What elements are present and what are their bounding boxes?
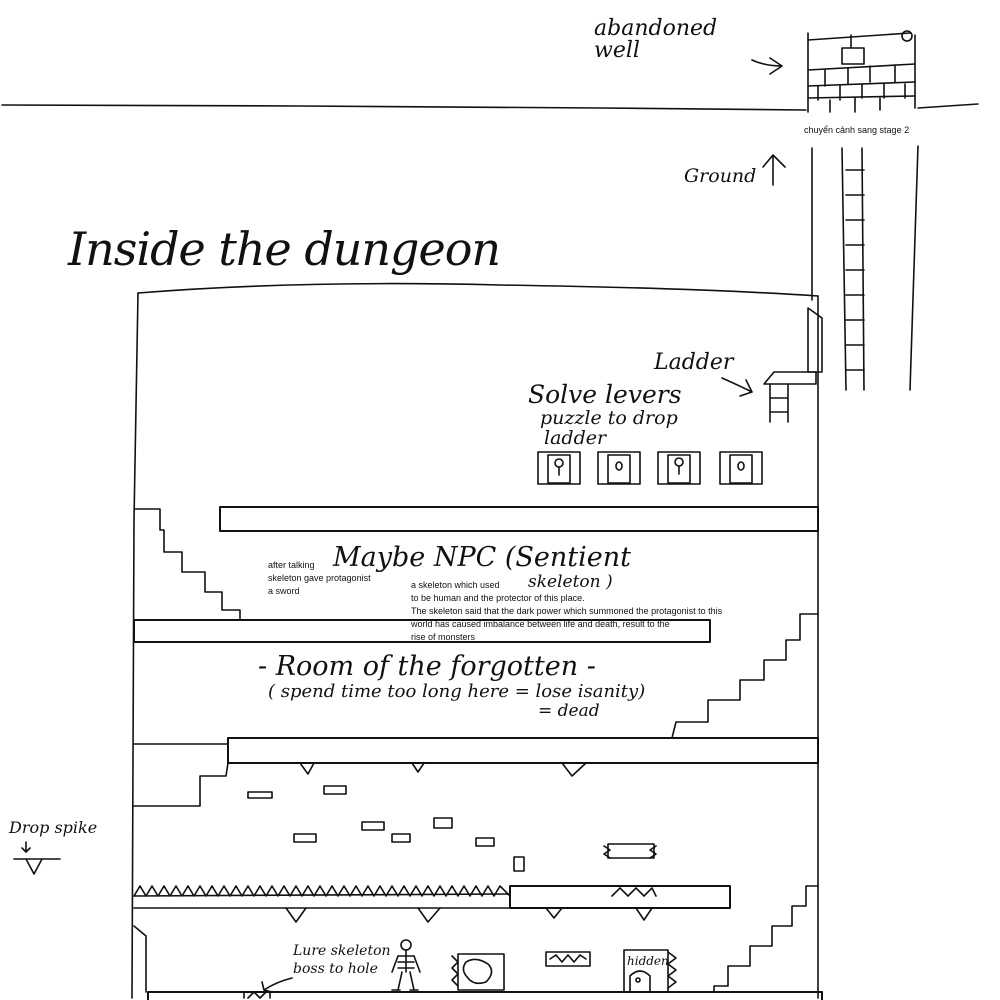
- well-shaft: [811, 145, 919, 391]
- dungeon-ceiling: [137, 282, 819, 297]
- floor-platform-3: [227, 737, 819, 764]
- spike-trap-block: [545, 951, 591, 967]
- ladder: [763, 307, 823, 423]
- lower-ceiling-spikes: [285, 907, 653, 923]
- abandoned-well: [807, 30, 916, 113]
- left-ledge: [133, 743, 229, 807]
- lever-3: [657, 451, 701, 485]
- lever-2: [597, 451, 641, 485]
- pit-spikes: [611, 887, 657, 897]
- floor-platform-2: [133, 619, 711, 643]
- floor-platform-1: [219, 506, 819, 532]
- spiked-cage: [451, 953, 505, 991]
- left-stairs: [133, 508, 241, 621]
- skeleton-boss: [391, 939, 421, 991]
- lever-row: [537, 451, 763, 485]
- drop-spike-legend: [13, 841, 61, 875]
- ground-up-arrow: [762, 154, 786, 186]
- level-sketch: [1, 30, 979, 1000]
- ceiling-spikes: [299, 762, 587, 777]
- lower-left-wall-detail: [133, 925, 147, 993]
- hidden-room: [623, 949, 677, 993]
- floating-platforms: [247, 785, 657, 872]
- well-arrow: [751, 57, 783, 75]
- lever-4: [719, 451, 763, 485]
- ladder-arrow: [721, 377, 753, 397]
- right-stairs: [671, 613, 819, 739]
- boss-hole-arrow: [261, 977, 293, 993]
- ground-surface-line: [1, 103, 979, 111]
- floor-platform-4: [509, 885, 731, 909]
- lever-1: [537, 451, 581, 485]
- floor-platform-4-left: [133, 893, 731, 909]
